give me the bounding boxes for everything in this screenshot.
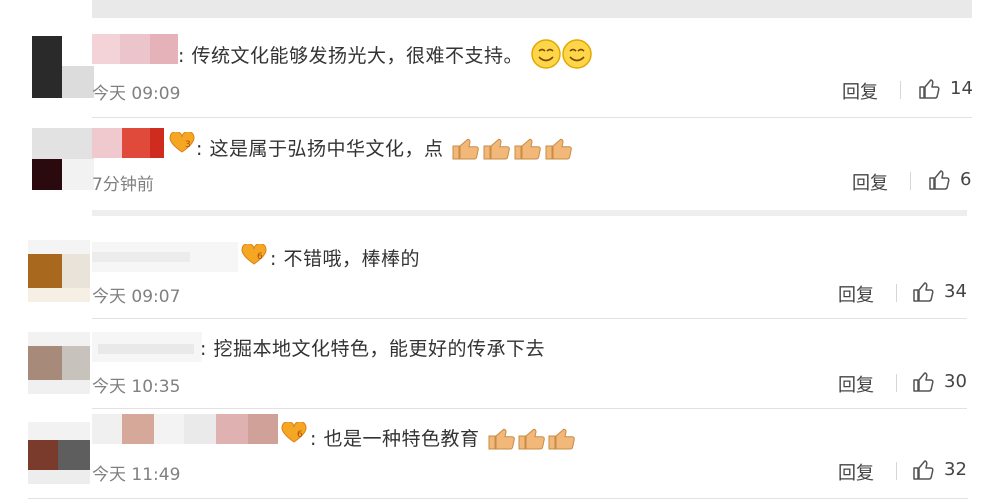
comment-time: 7分钟前 <box>92 175 154 195</box>
vip-badge-icon: 6 <box>240 243 268 266</box>
action-separator <box>896 374 897 392</box>
action-separator <box>896 462 897 480</box>
thumbs-up-emoji-icon <box>486 422 578 457</box>
like-count: 14 <box>950 78 973 99</box>
reply-button[interactable]: 回复 <box>852 169 888 195</box>
svg-text:6: 6 <box>297 430 303 440</box>
comment-text: : 也是一种特色教育 <box>310 422 578 457</box>
like-count: 30 <box>944 371 967 392</box>
like-thumb-icon[interactable] <box>912 458 936 482</box>
username-blurred[interactable] <box>92 34 178 64</box>
comment-4: : 挖掘本地文化特色，能更好的传承下去 今天 10:35 回复 30 <box>0 322 1000 407</box>
comment-divider <box>92 318 967 319</box>
comment-3: 6 : 不错哦，棒棒的 今天 09:07 回复 34 <box>0 228 1000 313</box>
reply-button[interactable]: 回复 <box>838 459 874 485</box>
like-count: 32 <box>944 459 967 480</box>
reply-button[interactable]: 回复 <box>838 281 874 307</box>
comment-1: : 传统文化能够发扬光大，很难不支持。 今天 09:09 回复 14 <box>0 30 1000 110</box>
like-count: 34 <box>944 281 967 302</box>
comment-text: : 这是属于弘扬中华文化，点 <box>196 132 574 167</box>
like-thumb-icon[interactable] <box>918 77 942 101</box>
thumbs-up-emoji-icon <box>450 132 574 167</box>
svg-text:3: 3 <box>185 140 191 150</box>
thread-divider <box>92 210 967 216</box>
action-separator <box>900 81 901 99</box>
action-separator <box>910 172 911 190</box>
smile-emoji-icon <box>530 38 594 75</box>
avatar[interactable] <box>32 128 94 190</box>
comment-text: : 不错哦，棒棒的 <box>270 248 420 270</box>
like-thumb-icon[interactable] <box>928 168 952 192</box>
comment-time: 今天 09:09 <box>92 84 181 104</box>
vip-badge-icon: 6 <box>280 421 308 444</box>
reply-button[interactable]: 回复 <box>838 371 874 397</box>
vip-badge-icon: 3 <box>168 131 196 154</box>
username-blurred[interactable] <box>92 128 164 158</box>
comment-divider <box>92 408 967 409</box>
comment-text: : 挖掘本地文化特色，能更好的传承下去 <box>200 338 545 360</box>
comment-time: 今天 09:07 <box>92 287 181 307</box>
like-count: 6 <box>960 169 972 190</box>
avatar[interactable] <box>28 422 90 484</box>
comment-5: 6 : 也是一种特色教育 今天 11:49 回复 32 <box>0 410 1000 500</box>
action-separator <box>896 284 897 302</box>
like-thumb-icon[interactable] <box>912 370 936 394</box>
avatar[interactable] <box>28 240 90 302</box>
username-blurred[interactable] <box>92 414 278 444</box>
avatar[interactable] <box>32 36 94 98</box>
username-blurred[interactable] <box>92 332 202 362</box>
top-gray-bar <box>92 0 972 18</box>
svg-text:6: 6 <box>257 252 263 262</box>
reply-button[interactable]: 回复 <box>842 78 878 104</box>
comment-divider <box>28 498 968 499</box>
comment-text: : 传统文化能够发扬光大，很难不支持。 <box>178 38 594 75</box>
like-thumb-icon[interactable] <box>912 280 936 304</box>
comment-2: 3 : 这是属于弘扬中华文化，点 7分钟前 回复 6 <box>0 120 1000 205</box>
username-blurred[interactable] <box>92 242 238 272</box>
comment-time: 今天 11:49 <box>92 465 181 485</box>
comment-divider <box>92 117 972 118</box>
avatar[interactable] <box>28 332 90 394</box>
comment-time: 今天 10:35 <box>92 377 181 397</box>
